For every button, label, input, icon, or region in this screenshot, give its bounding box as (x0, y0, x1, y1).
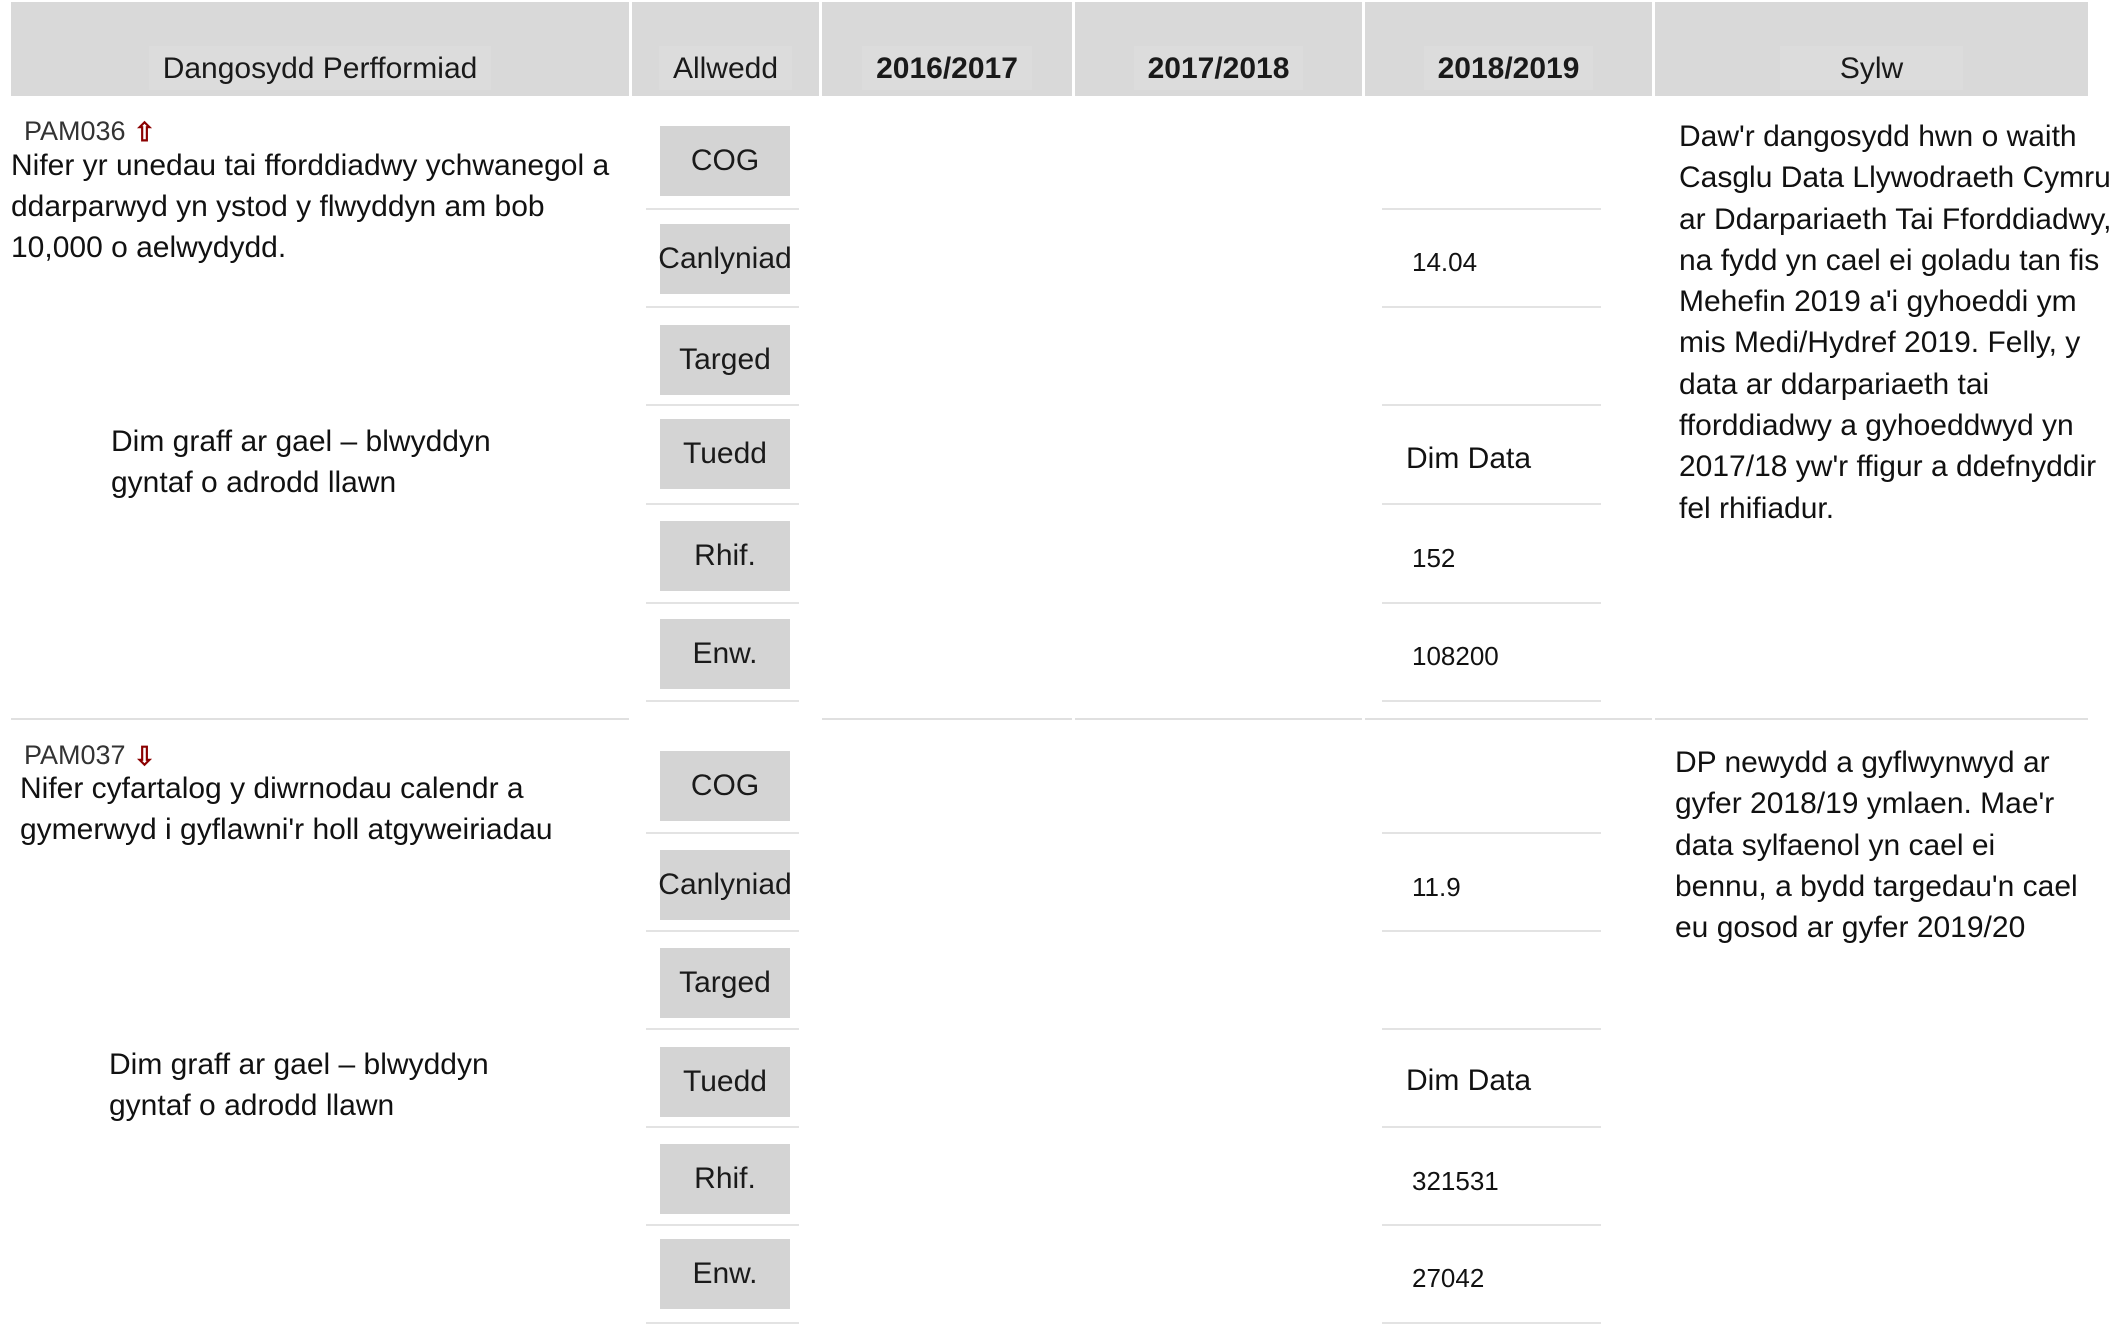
value-divider (1382, 208, 1601, 210)
key-divider (646, 930, 799, 932)
header-y3-label: 2018/2019 (1423, 46, 1594, 90)
value-divider (1382, 700, 1601, 702)
down-arrow-icon: ⇩ (133, 740, 156, 771)
value-divider (1382, 832, 1601, 834)
row-separator (822, 718, 1072, 720)
key-canlyniad: Canlyniad (658, 850, 792, 920)
key-rhif: Rhif. (660, 521, 790, 591)
key-divider (646, 306, 799, 308)
value-divider (1382, 1126, 1601, 1128)
key-divider (646, 404, 799, 406)
header-comment-label: Sylw (1779, 46, 1964, 90)
key-targed: Targed (660, 948, 790, 1018)
key-divider (646, 503, 799, 505)
key-enw: Enw. (660, 619, 790, 689)
key-divider (646, 1028, 799, 1030)
value-divider (1382, 306, 1601, 308)
header-indicator: Dangosydd Perfformiad (11, 2, 629, 96)
indicator-code: PAM037 (24, 740, 126, 770)
value-enw: 108200 (1412, 641, 1499, 671)
row-separator (1365, 718, 1652, 720)
value-tuedd: Dim Data (1406, 1064, 1532, 1097)
indicator-code-row: PAM036 ⇧ (24, 116, 155, 147)
header-year-2016-2017: 2016/2017 (822, 2, 1072, 96)
key-canlyniad: Canlyniad (658, 224, 792, 294)
key-enw: Enw. (660, 1239, 790, 1309)
key-divider (646, 1322, 799, 1324)
value-enw: 27042 (1412, 1263, 1485, 1293)
key-tuedd: Tuedd (660, 419, 790, 489)
value-rhif: 321531 (1412, 1166, 1499, 1196)
value-divider (1382, 503, 1601, 505)
no-graph-message: Dim graff ar gael – blwyddyn gyntaf o ad… (109, 1048, 489, 1122)
value-tuedd: Dim Data (1406, 442, 1532, 475)
comment-text: DP newydd a gyflwynwyd ar gyfer 2018/19 … (1675, 746, 2078, 945)
indicator-code: PAM036 (24, 116, 126, 146)
key-divider (646, 602, 799, 604)
key-rhif: Rhif. (660, 1144, 790, 1214)
row-separator (1075, 718, 1362, 720)
header-comment: Sylw (1655, 2, 2088, 96)
key-divider (646, 1126, 799, 1128)
header-indicator-label: Dangosydd Perfformiad (148, 46, 492, 90)
row-separator (1655, 718, 2088, 720)
indicator-description: Nifer cyfartalog y diwrnodau calendr a g… (20, 772, 553, 846)
key-divider (646, 208, 799, 210)
comment-text: Daw'r dangosydd hwn o waith Casglu Data … (1679, 120, 2112, 525)
value-divider (1382, 1322, 1601, 1324)
key-targed: Targed (660, 325, 790, 395)
indicator-description: Nifer yr unedau tai fforddiadwy ychwaneg… (11, 149, 610, 264)
header-y2-label: 2017/2018 (1133, 46, 1304, 90)
no-graph-message: Dim graff ar gael – blwyddyn gyntaf o ad… (111, 425, 491, 499)
value-divider (1382, 602, 1601, 604)
key-cog: COG (660, 751, 790, 821)
value-canlyniad: 14.04 (1412, 247, 1478, 277)
header-key-label: Allwedd (658, 46, 793, 90)
key-divider (646, 832, 799, 834)
header-year-2017-2018: 2017/2018 (1075, 2, 1362, 96)
row-separator (11, 718, 629, 720)
header-year-2018-2019: 2018/2019 (1365, 2, 1652, 96)
header-y1-label: 2016/2017 (862, 46, 1032, 90)
value-divider (1382, 930, 1601, 932)
header-key: Allwedd (632, 2, 819, 96)
value-rhif: 152 (1412, 543, 1456, 573)
value-divider (1382, 1028, 1601, 1030)
up-arrow-icon: ⇧ (133, 116, 156, 147)
key-divider (646, 1224, 799, 1226)
key-tuedd: Tuedd (660, 1047, 790, 1117)
value-divider (1382, 1224, 1601, 1226)
value-canlyniad: 11.9 (1412, 872, 1461, 902)
value-divider (1382, 404, 1601, 406)
key-divider (646, 700, 799, 702)
indicator-code-row: PAM037 ⇩ (24, 740, 155, 771)
key-cog: COG (660, 126, 790, 196)
